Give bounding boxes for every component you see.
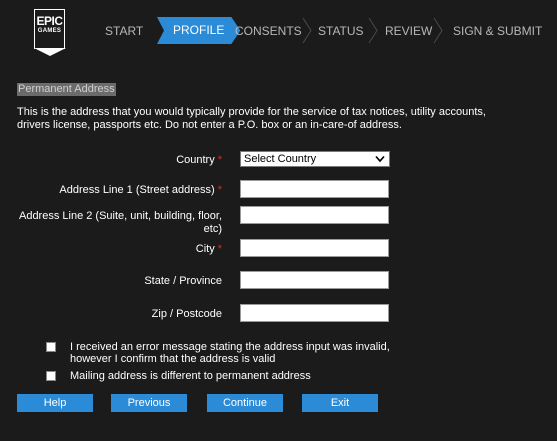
city-label: City * (196, 243, 222, 256)
logo-text-epic: EPIC (36, 14, 63, 28)
required-marker: * (217, 243, 222, 255)
state-label: State / Province (144, 275, 222, 287)
address2-label: Address Line 2 (Suite, unit, building, f… (19, 210, 222, 236)
address2-label-line1: Address Line 2 (Suite, unit, building, f… (18, 210, 222, 222)
logo-text-games: GAMES (37, 28, 62, 34)
required-marker: * (217, 154, 222, 166)
section-title: Permanent Address (17, 83, 116, 96)
chevron-right-icon (433, 17, 443, 44)
country-select[interactable]: Select Country (240, 151, 390, 167)
mailing-address-checkbox-label: Mailing address is different to permanen… (70, 370, 311, 382)
zip-label: Zip / Postcode (151, 308, 222, 320)
country-select-value: Select Country (244, 153, 317, 165)
address2-label-line2: etc) (203, 223, 222, 235)
step-start[interactable]: START (105, 24, 143, 38)
chevron-down-icon (375, 155, 385, 163)
address-valid-line1: I received an error message stating the … (70, 341, 390, 353)
address1-input[interactable] (240, 180, 389, 198)
help-button[interactable]: Help (17, 394, 93, 412)
city-label-text: City (195, 243, 215, 255)
required-marker: * (217, 184, 222, 196)
address-valid-line2: however I confirm that the address is va… (70, 353, 276, 365)
mailing-address-checkbox[interactable] (46, 371, 56, 381)
address1-label-text: Address Line 1 (Street address) (59, 184, 215, 196)
city-input[interactable] (240, 239, 389, 257)
address-valid-checkbox[interactable] (46, 342, 56, 352)
country-label: Country * (176, 154, 222, 167)
step-consents[interactable]: CONSENTS (235, 24, 302, 38)
epic-games-logo[interactable]: EPIC GAMES (33, 9, 66, 56)
chevron-right-icon (302, 17, 312, 44)
address-valid-checkbox-label: I received an error message stating the … (70, 341, 390, 365)
previous-button[interactable]: Previous (111, 394, 187, 412)
step-sign-submit[interactable]: SIGN & SUBMIT (453, 24, 542, 38)
step-status[interactable]: STATUS (318, 24, 364, 38)
step-review[interactable]: REVIEW (385, 24, 432, 38)
wizard-header: EPIC GAMES START PROFILE CONSENTS STATUS… (0, 0, 557, 62)
zip-input[interactable] (240, 304, 389, 322)
address1-label: Address Line 1 (Street address) * (59, 184, 222, 197)
address2-input[interactable] (240, 206, 389, 224)
continue-button[interactable]: Continue (207, 394, 283, 412)
chevron-right-icon (368, 17, 378, 44)
exit-button[interactable]: Exit (302, 394, 378, 412)
step-profile[interactable]: PROFILE (157, 17, 240, 44)
state-input[interactable] (240, 271, 389, 289)
section-intro: This is the address that you would typic… (17, 106, 486, 131)
country-label-text: Country (176, 154, 215, 166)
